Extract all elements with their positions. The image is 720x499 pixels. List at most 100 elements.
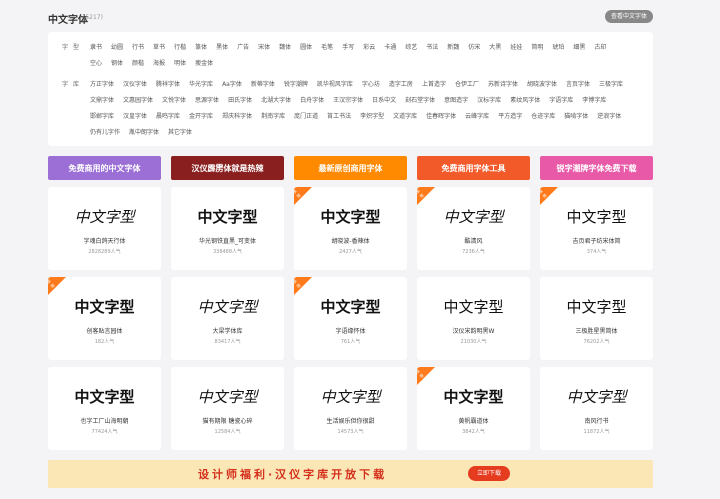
foundry-filter-tag[interactable]: 汉标字库 <box>477 93 501 109</box>
foundry-filter-tag[interactable]: 王汉宗字体 <box>333 93 363 109</box>
foundry-filter-tag[interactable]: 白舟字体 <box>300 93 324 109</box>
style-filter-tag[interactable]: 广告 <box>237 40 249 56</box>
font-name[interactable]: 生活娱乐但你很甜 <box>294 416 407 425</box>
style-filter-tag[interactable]: 毛笔 <box>321 40 333 56</box>
foundry-filter-tag[interactable]: 金开字库 <box>189 109 213 125</box>
foundry-filter-tag[interactable]: Aa字体 <box>222 77 242 93</box>
font-card[interactable]: 中文字型 汉仪宋韵明黑W 21030人气 <box>417 277 530 360</box>
font-card[interactable]: 推荐 中文字型 胡晓波-香辣体 2427人气 <box>294 187 407 270</box>
font-name[interactable]: 华光钢铁直黑_可变体 <box>171 236 284 245</box>
foundry-filter-tag[interactable]: 汉皇字体 <box>123 109 147 125</box>
style-filter-tag[interactable]: 古印 <box>594 40 606 56</box>
foundry-filter-tag[interactable]: 锐字潮牌 <box>284 77 308 93</box>
foundry-filter-tag[interactable]: 李炽字型 <box>360 109 384 125</box>
foundry-filter-tag[interactable]: 方正字体 <box>90 77 114 93</box>
foundry-filter-tag[interactable]: 文道字库 <box>393 109 417 125</box>
font-card[interactable]: 中文字型 字魂白鸽天行体 2828289人气 <box>48 187 161 270</box>
foundry-filter-tag[interactable]: 庞门正道 <box>294 109 318 125</box>
font-card[interactable]: 中文字型 三极胜星黑简体 76202人气 <box>540 277 653 360</box>
foundry-filter-tag[interactable]: 云峰字库 <box>465 109 489 125</box>
font-card[interactable]: 中文字型 华光钢铁直黑_可变体 338488人气 <box>171 187 284 270</box>
promo-banner[interactable]: 汉仪霹雳体就是热辣 <box>171 156 284 180</box>
foundry-filter-tag[interactable]: 北湖大字体 <box>261 93 291 109</box>
foundry-filter-tag[interactable]: 新蒂字体 <box>251 77 275 93</box>
foundry-filter-tag[interactable]: 素纹风字体 <box>510 93 540 109</box>
font-card[interactable]: 中文字型 生活娱乐但你很甜 14573人气 <box>294 367 407 450</box>
foundry-filter-tag[interactable]: 李博字库 <box>582 93 606 109</box>
foundry-filter-tag[interactable]: 胡晓波字体 <box>527 77 557 93</box>
style-filter-tag[interactable]: 手写 <box>342 40 354 56</box>
foundry-filter-tag[interactable]: 郑庆科字体 <box>222 109 252 125</box>
foundry-filter-tag[interactable]: 猫啃字体 <box>564 109 588 125</box>
foundry-filter-tag[interactable]: 造字工房 <box>389 77 413 93</box>
foundry-filter-tag[interactable]: 腾祥字体 <box>156 77 180 93</box>
style-filter-tag[interactable]: 行书 <box>132 40 144 56</box>
foundry-filter-tag[interactable]: 仓迹字库 <box>531 109 555 125</box>
style-filter-tag[interactable]: 篆体 <box>195 40 207 56</box>
foundry-filter-tag[interactable]: 文惠园字体 <box>123 93 153 109</box>
view-chinese-fonts-button[interactable]: 查看中文字体 <box>604 10 653 23</box>
style-filter-tag[interactable]: 仿宋 <box>468 40 480 56</box>
foundry-filter-tag[interactable]: 汉仪字体 <box>123 77 147 93</box>
foundry-filter-tag[interactable]: 华光字库 <box>189 77 213 93</box>
foundry-filter-tag[interactable]: 仍有儿字作 <box>90 125 120 141</box>
foundry-filter-tag[interactable]: 日系中文 <box>372 93 396 109</box>
style-filter-tag[interactable]: 黑体 <box>216 40 228 56</box>
foundry-filter-tag[interactable]: 筲工书法 <box>327 109 351 125</box>
foundry-filter-tag[interactable]: 荆南字库 <box>261 109 285 125</box>
font-card[interactable]: 中文字型 猫有期限 糖瓷心碎 12584人气 <box>171 367 284 450</box>
style-filter-tag[interactable]: 娃娃 <box>510 40 522 56</box>
style-filter-tag[interactable]: 瘦金体 <box>195 56 213 72</box>
style-filter-tag[interactable]: 海报 <box>153 56 165 72</box>
foundry-filter-tag[interactable]: 逆浪字体 <box>597 109 621 125</box>
font-name[interactable]: 创客贴言园体 <box>48 326 161 335</box>
foundry-filter-tag[interactable]: 文鼎字体 <box>90 93 114 109</box>
style-filter-tag[interactable]: 综艺 <box>405 40 417 56</box>
style-filter-tag[interactable]: 大黑 <box>489 40 501 56</box>
font-card[interactable]: 推荐 中文字型 创客贴言园体 182人气 <box>48 277 161 360</box>
font-card[interactable]: 推荐 中文字型 酷清风 7236人气 <box>417 187 530 270</box>
download-now-button[interactable]: 立即下载 <box>468 466 511 481</box>
style-filter-tag[interactable]: 彩云 <box>363 40 375 56</box>
promo-banner[interactable]: 锐字潮牌字体免费下载 <box>540 156 653 180</box>
style-filter-tag[interactable]: 琥珀 <box>552 40 564 56</box>
style-filter-tag[interactable]: 隶书 <box>90 40 102 56</box>
foundry-filter-tag[interactable]: 上首造字 <box>422 77 446 93</box>
style-filter-tag[interactable]: 幼圆 <box>111 40 123 56</box>
style-filter-tag[interactable]: 书法 <box>426 40 438 56</box>
font-card[interactable]: 中文字型 南风行书 11872人气 <box>540 367 653 450</box>
foundry-filter-tag[interactable]: 晨鸣字库 <box>156 109 180 125</box>
style-filter-tag[interactable]: 草书 <box>153 40 165 56</box>
font-name[interactable]: 字语缘怀体 <box>294 326 407 335</box>
style-filter-tag[interactable]: 魏体 <box>279 40 291 56</box>
foundry-filter-tag[interactable]: 仓伊工厂 <box>455 77 479 93</box>
style-filter-tag[interactable]: 圆体 <box>300 40 312 56</box>
font-name[interactable]: 大梁学体库 <box>171 326 284 335</box>
font-card[interactable]: 推荐 中文字型 吉页君子纺宋体简 374人气 <box>540 187 653 270</box>
foundry-filter-tag[interactable]: 字语字库 <box>549 93 573 109</box>
foundry-filter-tag[interactable]: 田氏字体 <box>228 93 252 109</box>
style-filter-tag[interactable]: 行楷 <box>174 40 186 56</box>
font-name[interactable]: 黄帆霸道体 <box>417 416 530 425</box>
foundry-filter-tag[interactable]: 胤中朗字体 <box>129 125 159 141</box>
style-filter-tag[interactable]: 明体 <box>174 56 186 72</box>
font-name[interactable]: 猫有期限 糖瓷心碎 <box>171 416 284 425</box>
font-card[interactable]: 推荐 中文字型 字语缘怀体 761人气 <box>294 277 407 360</box>
style-filter-tag[interactable]: 空心 <box>90 56 102 72</box>
style-filter-tag[interactable]: 颜楷 <box>132 56 144 72</box>
font-name[interactable]: 酷清风 <box>417 236 530 245</box>
style-filter-tag[interactable]: 宋体 <box>258 40 270 56</box>
font-card[interactable]: 中文字型 大梁学体库 83417人气 <box>171 277 284 360</box>
style-filter-tag[interactable]: 新魏 <box>447 40 459 56</box>
foundry-filter-tag[interactable]: 意图造字 <box>444 93 468 109</box>
style-filter-tag[interactable]: 钢体 <box>111 56 123 72</box>
foundry-filter-tag[interactable]: 字心坊 <box>362 77 380 93</box>
font-card[interactable]: 推荐 中文字型 黄帆霸道体 3842人气 <box>417 367 530 450</box>
foundry-filter-tag[interactable]: 佳春晖字体 <box>426 109 456 125</box>
font-name[interactable]: 吉页君子纺宋体简 <box>540 236 653 245</box>
font-name[interactable]: 胡晓波-香辣体 <box>294 236 407 245</box>
promo-banner[interactable]: 免费商用的中文字体 <box>48 156 161 180</box>
font-name[interactable]: 南风行书 <box>540 416 653 425</box>
foundry-filter-tag[interactable]: 言页字体 <box>566 77 590 93</box>
foundry-filter-tag[interactable]: 平方造字 <box>498 109 522 125</box>
